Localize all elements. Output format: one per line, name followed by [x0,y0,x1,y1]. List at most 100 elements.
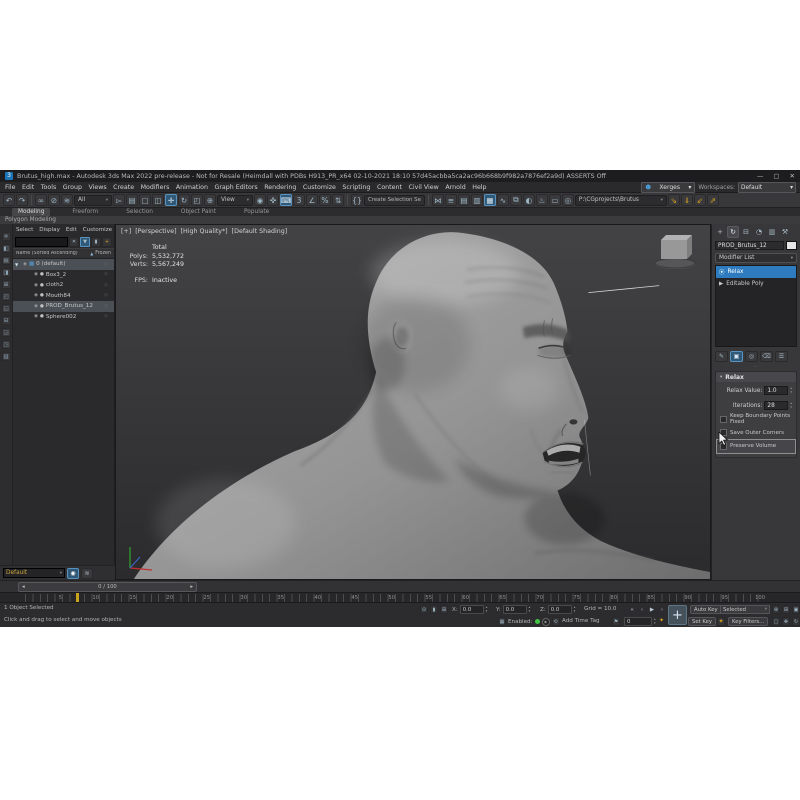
menu-item[interactable]: File [5,184,16,191]
polygon-modeling-panel[interactable]: Polygon Modeling [0,216,800,224]
menu-item[interactable]: Customize [303,184,336,191]
degradation-icon[interactable]: ▦ [498,617,506,626]
mirror-icon[interactable]: ⋈ [432,194,444,206]
key-filters-button[interactable]: Key Filters... [728,617,768,626]
schematic-view-icon[interactable]: ⧉ [510,194,522,206]
filter-icon[interactable]: ▼ [80,237,90,247]
checkbox-row[interactable]: Keep Boundary Points Fixed [717,413,795,426]
maximize-icon[interactable]: ▢ [773,172,779,180]
add-time-tag[interactable]: Add Time Tag [562,618,600,624]
left-tool-2-icon[interactable]: ◧ [2,244,11,253]
modify-tab-icon[interactable]: ↻ [727,226,739,238]
auto-key-button[interactable]: Auto Key [690,605,722,614]
menu-item[interactable]: Arnold [445,184,465,191]
left-tool-8-icon[interactable]: ⊟ [2,316,11,325]
checkbox[interactable] [720,416,727,423]
bind-to-spacewarp-icon[interactable]: ≋ [61,194,73,206]
menu-item[interactable]: Modifiers [141,184,170,191]
explorer-menu-item[interactable]: Display [39,227,60,233]
parameter-value-field[interactable]: 28 [764,401,788,410]
spinner-control[interactable]: ▴▾ [529,606,531,613]
spinner-control[interactable]: ▴▾ [486,606,488,613]
create-tab-icon[interactable]: + [714,226,726,238]
z-coordinate-field[interactable]: 0.0 [548,605,572,614]
previous-frame-arrow-icon[interactable]: ◂ [22,584,25,590]
perspective-viewport[interactable]: [+] [Perspective] [High Quality*] [Defau… [115,224,711,580]
menu-item[interactable]: Civil View [408,184,438,191]
selection-filter-dropdown[interactable]: All▾ [74,195,112,206]
key-mode-toggle-icon[interactable]: ⚑ [612,617,620,626]
list-item[interactable]: ▼ ◉ ▦ 0 (default) ◇ [13,259,114,270]
rollout-header[interactable]: ▾ Relax [716,372,796,382]
left-tool-5-icon[interactable]: ⊞ [2,280,11,289]
panel-resize-handle[interactable]: ⋯ [712,364,800,370]
time-tag-icon[interactable]: ⟲ [552,617,560,626]
object-name[interactable]: 0 (default) [36,261,98,267]
select-and-rotate-icon[interactable]: ↻ [178,194,190,206]
object-name[interactable]: cloth2 [46,282,98,288]
ribbon-tab[interactable]: Populate [238,208,275,216]
zoom-extents-icon[interactable]: ▣ [792,605,800,614]
modifier-state-icon[interactable]: ▶ [719,281,723,287]
edit-named-selection-sets-icon[interactable]: {} [351,194,363,206]
list-item[interactable]: ◉ ● PROD_Brutus_12 ◇ [13,301,114,312]
anim-toolbar-button-1-icon[interactable]: ◉ [67,568,79,579]
left-tool-1-icon[interactable]: ✛ [2,232,11,241]
select-and-scale-icon[interactable]: ◰ [191,194,203,206]
ribbon-tab[interactable]: Selection [120,208,159,216]
spinner-control[interactable]: ▴▾ [790,402,792,409]
next-frame-icon[interactable]: › [658,605,666,614]
render-production-icon[interactable]: ◎ [562,194,574,206]
frozen-toggle-icon[interactable]: ◇ [100,262,112,267]
rendered-frame-window-icon[interactable]: ▭ [549,194,561,206]
reference-coordinate-dropdown[interactable]: View▾ [217,195,253,206]
viewport-menu-pov[interactable]: [Perspective] [135,228,176,235]
rectangular-selection-region-icon[interactable]: ▢ [139,194,151,206]
use-pivot-point-icon[interactable]: ◉ [254,194,266,206]
frozen-toggle-icon[interactable]: ◇ [100,293,112,298]
key-icon[interactable]: ✦ [659,617,664,624]
curve-editor-icon[interactable]: ∿ [497,194,509,206]
create-key-button[interactable]: + [668,605,687,625]
redo-icon[interactable]: ↷ [16,194,28,206]
play-icon[interactable]: ▶ [648,605,656,614]
object-color-swatch[interactable] [786,241,797,250]
previous-frame-icon[interactable]: ‹ [638,605,646,614]
utilities-tab-icon[interactable]: ⚒ [779,226,791,238]
material-editor-icon[interactable]: ◐ [523,194,535,206]
parameter-value-field[interactable]: 1.0 [764,386,788,395]
menu-item[interactable]: Content [377,184,402,191]
set-key-button[interactable]: Set Key [688,617,716,626]
explorer-menu-item[interactable]: Select [16,227,33,233]
menu-item[interactable]: Animation [176,184,208,191]
frozen-column-header[interactable]: Frozen [95,251,111,256]
project-path-dropdown[interactable]: P:\CGprojects\Brutus▾ [575,195,667,206]
modifier-stack-item[interactable]: ⦿ Relax [716,266,796,278]
frozen-toggle-icon[interactable]: ◇ [100,304,112,309]
left-tool-11-icon[interactable]: ▥ [2,352,11,361]
viewport-menu-general[interactable]: [+] [121,228,131,235]
explorer-column-header[interactable]: Name (Sorted Ascending) ▲ Frozen [13,248,114,259]
hierarchy-tab-icon[interactable]: ⊟ [740,226,752,238]
percent-snap-icon[interactable]: % [319,194,331,206]
viewport-3d-scene[interactable] [116,225,710,579]
menu-item[interactable]: Scripting [342,184,370,191]
degradation-toggle-icon[interactable]: ◉ [542,618,550,626]
zoom-all-icon[interactable]: ⊞ [782,605,790,614]
eye-icon[interactable]: ◉ [34,304,38,309]
x-coordinate-field[interactable]: 0.0 [460,605,484,614]
track-bar[interactable]: 5101520253035404550556065707580859095100 [0,592,800,602]
render-setup-icon[interactable]: ♨ [536,194,548,206]
list-item[interactable]: ◉ ● Mouth84 ◇ [13,291,114,302]
orbit-icon[interactable]: ↻ [792,617,800,626]
project-folder-button-4-icon[interactable]: ⇗ [707,194,719,206]
anim-toolbar-button-2-icon[interactable]: ≋ [81,568,93,579]
menu-item[interactable]: Create [113,184,134,191]
menu-item[interactable]: Views [88,184,106,191]
toggle-ribbon-icon[interactable]: ▦ [484,194,496,206]
left-tool-9-icon[interactable]: ◲ [2,328,11,337]
pin-stack-icon[interactable]: ✎ [715,351,728,362]
left-tool-4-icon[interactable]: ◨ [2,268,11,277]
menu-item[interactable]: Edit [22,184,34,191]
next-frame-arrow-icon[interactable]: ▸ [190,584,193,590]
